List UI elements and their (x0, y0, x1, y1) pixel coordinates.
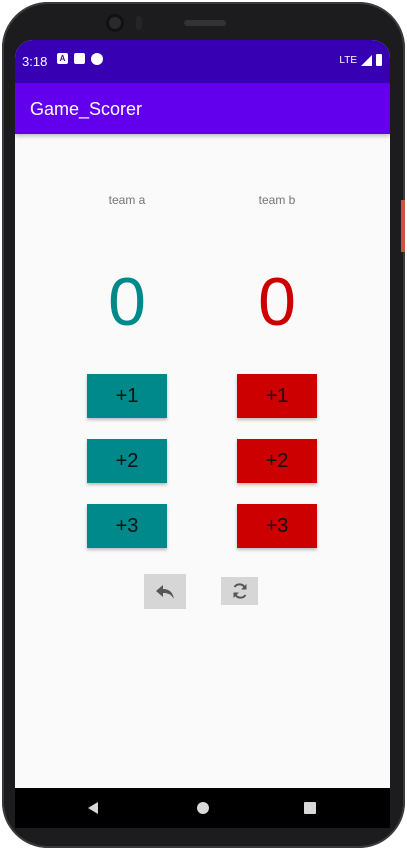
team-b-score: 0 (258, 264, 296, 340)
phone-side-accent (401, 200, 405, 252)
home-icon (197, 802, 209, 814)
team-b-plus-1-button[interactable]: +1 (237, 374, 317, 418)
system-nav-bar (15, 788, 390, 828)
team-b-plus-2-button[interactable]: +2 (237, 439, 317, 483)
battery-icon (376, 54, 382, 66)
recents-icon (304, 802, 316, 814)
undo-button[interactable] (144, 574, 186, 609)
back-button[interactable] (85, 800, 101, 816)
front-camera (106, 14, 124, 32)
team-b-plus-3-button[interactable]: +3 (237, 504, 317, 548)
team-a-plus-2-button[interactable]: +2 (87, 439, 167, 483)
status-time: 3:18 (22, 54, 48, 69)
reset-icon (233, 583, 246, 599)
undo-icon (156, 584, 174, 599)
network-label: LTE (339, 54, 357, 66)
circle-icon (91, 53, 103, 65)
app-screen: 3:18 A LTE Game_Scorer team a 0 +1 +2 +3… (15, 40, 390, 788)
team-a-label: team a (108, 193, 146, 207)
a-notification-icon: A (57, 53, 68, 64)
notification-icons: A (57, 53, 103, 65)
recents-button[interactable] (302, 800, 318, 816)
team-b-label: team b (258, 193, 296, 207)
team-a-plus-1-button[interactable]: +1 (87, 374, 167, 418)
earpiece-speaker (184, 20, 226, 26)
back-icon (88, 802, 98, 814)
status-system-icons: LTE (339, 54, 382, 66)
app-title: Game_Scorer (30, 99, 143, 119)
reset-button[interactable] (221, 577, 258, 605)
home-button[interactable] (195, 800, 211, 816)
team-a-score: 0 (108, 264, 146, 340)
status-bar: 3:18 A LTE (15, 40, 390, 83)
app-bar: Game_Scorer (15, 83, 390, 134)
team-a-plus-3-button[interactable]: +3 (87, 504, 167, 548)
sd-card-icon (74, 53, 85, 64)
camera-sensor (136, 16, 142, 30)
signal-icon (361, 54, 372, 66)
